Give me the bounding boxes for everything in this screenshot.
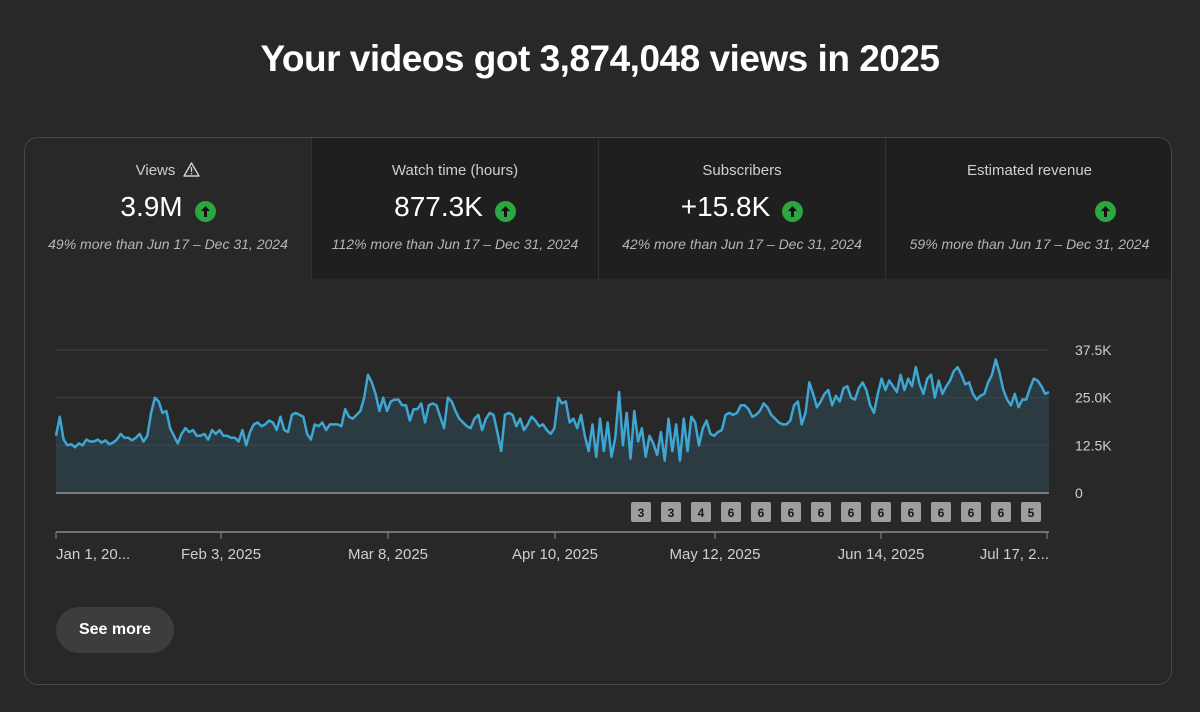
tab-value-row xyxy=(886,190,1171,224)
marker-badge-label: 6 xyxy=(788,506,795,520)
marker-badge-label: 3 xyxy=(638,506,645,520)
analytics-card: Views 3.9M 49% more than Jun 17 – Dec 31… xyxy=(24,137,1172,685)
metric-tabs: Views 3.9M 49% more than Jun 17 – Dec 31… xyxy=(25,138,1171,279)
marker-badge-label: 6 xyxy=(878,506,885,520)
marker-badge-label: 6 xyxy=(938,506,945,520)
tab-title: Views xyxy=(25,162,311,181)
tab-value-row: +15.8K xyxy=(599,190,885,224)
marker-badge-label: 5 xyxy=(1028,506,1035,520)
marker-badge-label: 6 xyxy=(848,506,855,520)
x-tick-label: Apr 10, 2025 xyxy=(512,546,598,563)
y-tick-label: 0 xyxy=(1075,485,1083,501)
tab-watch-time[interactable]: Watch time (hours) 877.3K 112% more than… xyxy=(312,138,599,279)
see-more-button[interactable]: See more xyxy=(56,607,174,653)
marker-badge-label: 6 xyxy=(758,506,765,520)
page-headline: Your videos got 3,874,048 views in 2025 xyxy=(260,38,940,79)
marker-badge-label: 6 xyxy=(728,506,735,520)
tab-value-row: 3.9M xyxy=(25,190,311,224)
tab-title-label: Views xyxy=(135,162,176,179)
tab-title: Watch time (hours) xyxy=(391,162,519,179)
tab-subscribers[interactable]: Subscribers +15.8K 42% more than Jun 17 … xyxy=(599,138,886,279)
tab-compare: 112% more than Jun 17 – Dec 31, 2024 xyxy=(331,236,579,252)
arrow-up-icon xyxy=(494,197,516,222)
tab-value-row: 877.3K xyxy=(312,190,598,224)
x-tick-label: Feb 3, 2025 xyxy=(181,546,261,563)
y-tick-label: 12.5K xyxy=(1075,437,1112,453)
y-tick-label: 37.5K xyxy=(1075,342,1112,358)
x-tick-label: Mar 8, 2025 xyxy=(348,546,428,563)
tab-compare: 59% more than Jun 17 – Dec 31, 2024 xyxy=(909,236,1150,252)
x-tick-label: May 12, 2025 xyxy=(670,546,761,563)
x-tick-label: Jul 17, 2... xyxy=(980,546,1049,563)
marker-badge-label: 6 xyxy=(968,506,975,520)
marker-badge-label: 3 xyxy=(668,506,675,520)
x-tick-label: Jun 14, 2025 xyxy=(838,546,925,563)
x-tick-label: Jan 1, 20... xyxy=(56,546,130,563)
chart-svg: 0 12.5K 25.0K 37.5K 3 3 4 6 6 6 6 6 6 6 6 6 6 5 Jan 1, 20.… xyxy=(54,342,1112,563)
tab-title: Estimated revenue xyxy=(966,162,1093,179)
y-tick-label: 25.0K xyxy=(1075,390,1112,406)
arrow-up-icon xyxy=(194,197,216,222)
tab-views[interactable]: Views 3.9M 49% more than Jun 17 – Dec 31… xyxy=(25,138,312,279)
marker-badge-label: 6 xyxy=(998,506,1005,520)
tab-value: 877.3K xyxy=(394,191,483,222)
views-chart: 0 12.5K 25.0K 37.5K 3 3 4 6 6 6 6 6 6 6 6 6 6 5 Jan 1, 20.… xyxy=(25,279,1171,599)
marker-badge-label: 4 xyxy=(698,506,705,520)
warning-icon xyxy=(183,162,201,181)
tab-value: +15.8K xyxy=(680,191,771,222)
arrow-up-icon xyxy=(1095,197,1116,222)
tab-title: Subscribers xyxy=(702,162,782,179)
marker-badge-label: 6 xyxy=(818,506,825,520)
arrow-up-icon xyxy=(782,197,804,222)
marker-badge-label: 6 xyxy=(908,506,915,520)
tab-compare: 49% more than Jun 17 – Dec 31, 2024 xyxy=(48,236,288,252)
tab-value: 3.9M xyxy=(120,191,183,222)
tab-estimated-revenue[interactable]: Estimated revenue 59% more than Jun 17 –… xyxy=(886,138,1171,279)
tab-compare: 42% more than Jun 17 – Dec 31, 2024 xyxy=(622,236,862,252)
